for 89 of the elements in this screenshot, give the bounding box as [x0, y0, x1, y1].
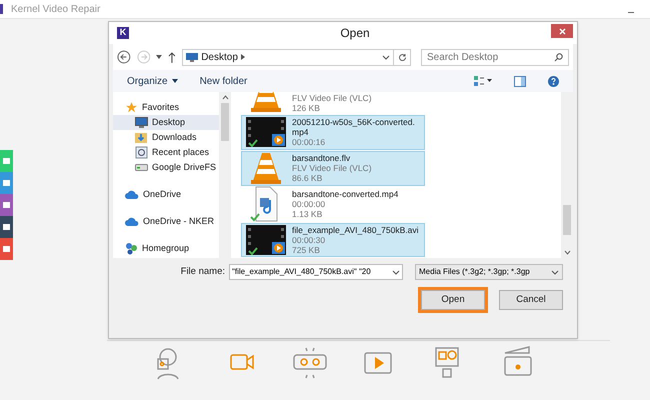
file-detail: 126 KB	[292, 102, 321, 112]
file-detail: FLV Video File (VLC)	[292, 163, 372, 173]
video-thumbnail-icon	[246, 224, 286, 255]
monitor-icon	[186, 52, 198, 62]
nav-label: OneDrive - NKER	[143, 214, 214, 228]
nav-label: OneDrive	[143, 188, 182, 201]
scroll-down-icon[interactable]	[564, 250, 570, 255]
side-tab[interactable]	[0, 238, 13, 260]
file-type-select[interactable]: Media Files (*.3g2; *.3gp; *.3gp	[415, 264, 563, 280]
file-detail: 00:00:16	[292, 137, 326, 148]
nav-label: Downloads	[152, 130, 197, 144]
file-name-field[interactable]: "file_example_AVI_480_750kB.avi" "20	[229, 264, 403, 280]
tab-glyph-icon	[3, 202, 10, 208]
view-options-icon[interactable]	[474, 76, 492, 86]
side-tab[interactable]	[0, 216, 13, 238]
monitor-icon	[135, 117, 148, 128]
search-input[interactable]: Search Desktop	[427, 50, 554, 64]
file-item[interactable]: file_example_AVI_480_750kB.avi 00:00:30 725 KB	[241, 222, 425, 257]
file-detail: 86.6 KB	[292, 173, 324, 183]
chevron-down-icon[interactable]	[382, 54, 390, 60]
caret-icon[interactable]	[156, 55, 162, 59]
dialog-logo: K	[117, 27, 129, 39]
nav-item[interactable]: Downloads	[113, 130, 219, 145]
nav-item[interactable]: OneDrive	[113, 187, 219, 202]
tab-glyph-icon	[3, 224, 10, 230]
close-icon	[558, 28, 566, 34]
cloud-icon	[125, 217, 139, 226]
app-title: Kernel Video Repair	[11, 2, 100, 16]
traffic-cone-icon	[249, 151, 283, 185]
file-name-value: "file_example_AVI_480_750kB.avi" "20	[232, 266, 372, 278]
preview-pane-icon[interactable]	[514, 76, 526, 86]
file-detail: 00:00:00	[292, 199, 326, 209]
file-detail: 00:00:30	[292, 234, 326, 245]
nav-item[interactable]: Google DriveFS	[113, 160, 219, 175]
dialog-button[interactable]: Open	[421, 290, 485, 310]
caret-icon	[172, 79, 178, 83]
back-icon[interactable]	[117, 50, 131, 64]
folder-download-icon	[135, 131, 148, 144]
dialog-title: Open	[339, 25, 371, 42]
scroll-up-icon[interactable]	[222, 95, 228, 100]
nav-label: Favorites	[142, 100, 180, 114]
drive-icon	[135, 163, 148, 172]
help-icon[interactable]	[548, 76, 559, 86]
file-name: barsandtone.flv	[292, 153, 352, 163]
new-folder-button[interactable]: New folder	[200, 74, 248, 88]
file-detail: FLV Video File (VLC)	[292, 92, 372, 102]
search-field[interactable]: Search Desktop	[421, 48, 569, 66]
file-item[interactable]: 20051210-w50s_56K-converted.mp4 00:00:16	[241, 115, 425, 150]
file-item[interactable]: barsandtone-converted.mp4 00:00:00 1.13 KB	[241, 186, 425, 222]
chevron-right-icon	[240, 54, 245, 60]
nav-label: Homegroup	[142, 242, 190, 255]
file-name: file_example_AVI_480_750kB.avi	[292, 224, 418, 235]
cloud-icon	[125, 190, 139, 199]
nav-label: Desktop	[152, 116, 186, 129]
nav-label: Recent places	[152, 146, 210, 159]
tab-glyph-icon	[3, 246, 10, 252]
file-name: 20051210-w50s_56K-converted.mp4	[292, 117, 416, 138]
close-button[interactable]	[551, 24, 573, 38]
nav-item[interactable]: Homegroup	[113, 241, 219, 256]
file-type-value: Media Files (*.3g2; *.3gp; *.3gp	[419, 266, 531, 278]
dialog-button[interactable]: Cancel	[499, 290, 563, 310]
tab-glyph-icon	[3, 180, 10, 186]
scrollbar-thumb[interactable]	[221, 103, 229, 141]
nav-item[interactable]: Desktop	[113, 115, 219, 130]
up-arrow-icon[interactable]	[168, 52, 176, 62]
file-name: barsandtone-converted.mp4	[292, 189, 398, 199]
tab-glyph-icon	[3, 158, 10, 164]
scrollbar-thumb[interactable]	[563, 205, 571, 235]
address-path: Desktop	[201, 50, 238, 64]
nav-item[interactable]: Recent places	[113, 145, 219, 160]
chevron-down-icon	[392, 270, 400, 274]
nav-label: Google DriveFS	[152, 160, 216, 174]
file-name-label: File name:	[180, 264, 225, 279]
refresh-button[interactable]	[393, 48, 411, 66]
chevron-down-icon	[551, 270, 559, 274]
file-item[interactable]: FLV Video File (VLC) 126 KB	[241, 92, 425, 113]
star-icon	[125, 101, 138, 114]
video-thumbnail-icon	[246, 117, 286, 148]
nav-item[interactable]: Favorites	[113, 100, 219, 115]
side-tab[interactable]	[0, 194, 13, 216]
file-detail: 725 KB	[292, 244, 321, 255]
refresh-icon	[398, 52, 407, 62]
file-detail: 1.13 KB	[292, 209, 324, 219]
nav-item[interactable]: OneDrive - NKER	[113, 214, 219, 229]
organize-menu[interactable]: Organize	[127, 74, 178, 88]
search-icon	[554, 52, 563, 62]
homegroup-icon	[125, 242, 138, 255]
address-bar[interactable]: Desktop	[182, 48, 394, 66]
file-item[interactable]: barsandtone.flv FLV Video File (VLC) 86.6 KB	[241, 150, 425, 186]
